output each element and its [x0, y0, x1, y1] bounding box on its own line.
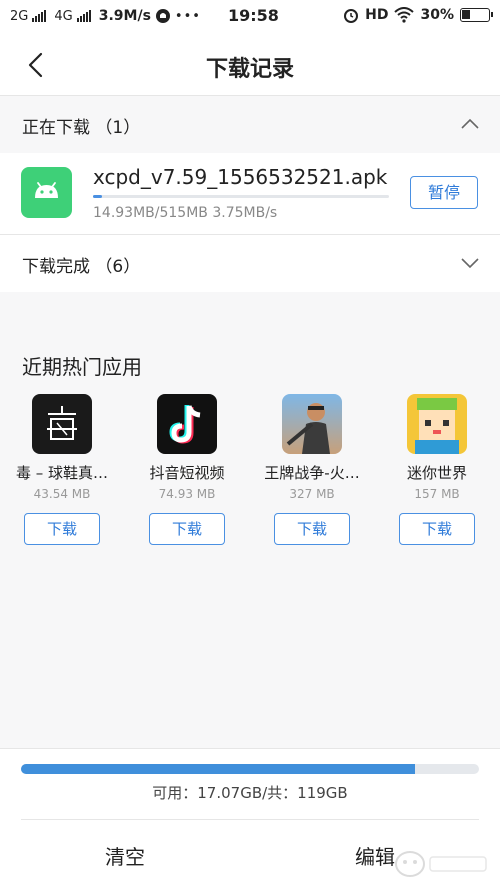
hd-label: HD [365, 7, 389, 23]
nav-bar: 下载记录 [0, 34, 500, 96]
android-app-icon [21, 167, 72, 218]
signal-icon [32, 10, 47, 22]
app-download-button[interactable]: 下载 [399, 513, 475, 545]
pause-button[interactable]: 暂停 [410, 176, 478, 209]
chevron-up-icon [461, 118, 479, 129]
status-bar: 2G 4G 3.9M/s ••• 19:58 HD 30% [0, 0, 500, 34]
network-4g-label: 4G [54, 8, 73, 24]
download-file-name: xcpd_v7.59_1556532521.apk [93, 165, 388, 189]
battery-icon [460, 8, 493, 22]
storage-used-fill [21, 764, 415, 774]
app-download-button[interactable]: 下载 [149, 513, 225, 545]
hot-apps-section: 近期热门应用 毒 – 球鞋真… 43.54 MB 下载 抖音短视频 74.93 [0, 292, 500, 748]
more-dots: ••• [174, 8, 201, 24]
app-card: 王牌战争-火… 327 MB 下载 [262, 394, 362, 545]
storage-bar [21, 764, 479, 774]
chevron-down-icon [461, 258, 479, 269]
hot-apps-title: 近期热门应用 [22, 355, 142, 379]
completed-section-label: 下载完成 （6） [22, 257, 141, 277]
downloading-section-label: 正在下载 （1） [22, 118, 141, 138]
storage-text: 可用：17.07GB/共：119GB [152, 784, 348, 802]
app-size: 74.93 MB [158, 487, 216, 501]
download-progress-fill [93, 195, 102, 198]
signal-icon [76, 10, 91, 22]
app-name: 王牌战争-火… [264, 464, 360, 482]
tiktok-app-icon[interactable] [157, 394, 217, 454]
downloading-section-header[interactable]: 正在下载 （1） [0, 96, 500, 154]
app-size: 43.54 MB [33, 487, 91, 501]
download-progress-bar [93, 195, 389, 198]
app-card: 迷你世界 157 MB 下载 [387, 394, 487, 545]
app-card: 毒 – 球鞋真… 43.54 MB 下载 [12, 394, 112, 545]
status-right: HD 30% [343, 7, 493, 23]
app-download-button[interactable]: 下载 [24, 513, 100, 545]
app-size: 327 MB [289, 487, 335, 501]
app-name: 毒 – 球鞋真… [15, 464, 109, 482]
download-item: xcpd_v7.59_1556532521.apk 14.93MB/515MB … [0, 153, 500, 235]
alarm-icon [344, 9, 359, 23]
network-2g-label: 2G [10, 8, 29, 24]
app-size: 157 MB [414, 487, 460, 501]
clock: 19:58 [228, 6, 279, 25]
bottom-area: 可用：17.07GB/共：119GB 清空 编辑 [0, 748, 500, 889]
app-download-button[interactable]: 下载 [274, 513, 350, 545]
watermark-logo [395, 851, 487, 877]
app-name: 抖音短视频 [149, 464, 225, 482]
app-name: 迷你世界 [406, 464, 467, 482]
download-progress-text: 14.93MB/515MB 3.75MB/s [93, 205, 278, 221]
battery-percent: 30% [420, 7, 454, 23]
divider [21, 819, 479, 820]
du-app-icon[interactable] [32, 394, 92, 454]
mini-world-app-icon[interactable] [407, 394, 467, 454]
ace-war-app-icon[interactable] [282, 394, 342, 454]
app-card: 抖音短视频 74.93 MB 下载 [137, 394, 237, 545]
clear-button[interactable]: 清空 [80, 841, 170, 870]
network-speed: 3.9M/s [98, 8, 151, 24]
wifi-icon [394, 7, 415, 23]
status-left: 2G 4G 3.9M/s ••• [10, 8, 201, 24]
notification-icon [155, 9, 170, 23]
page-title: 下载记录 [205, 57, 294, 82]
completed-section-header[interactable]: 下载完成 （6） [0, 235, 500, 293]
